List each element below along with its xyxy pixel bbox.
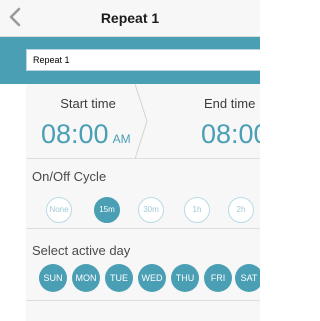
cycle-option-1h[interactable]: 1h — [184, 197, 210, 223]
start-time-label: Start time — [60, 96, 116, 111]
time-section: Start time 08:00AM End time 08:00AM — [26, 84, 260, 159]
cycle-label: On/Off Cycle — [32, 169, 107, 184]
navigation-bar: Repeat 1 — [0, 0, 260, 37]
repeat-name-input[interactable] — [26, 49, 260, 71]
left-margin — [0, 84, 26, 321]
start-time-picker[interactable]: Start time 08:00 AM — [26, 84, 144, 159]
end-time-label: End time — [204, 96, 256, 111]
day-mon[interactable]: MON — [72, 264, 100, 292]
day-tue[interactable]: TUE — [105, 264, 133, 292]
page-title: Repeat 1 — [100, 10, 160, 26]
repeat-screen: Repeat 1 Start time 08:00AM End time 08:… — [0, 0, 260, 321]
start-time-ampm: AM — [112, 132, 131, 146]
cycle-option-30m[interactable]: 30m — [138, 197, 164, 223]
active-days-label: Select active day — [32, 243, 131, 258]
day-wed[interactable]: WED — [138, 264, 166, 292]
day-sun[interactable]: SUN — [39, 264, 67, 292]
end-time-picker[interactable]: End time 08:00AM — [144, 84, 260, 159]
end-time-value: 08:00AM — [201, 119, 260, 150]
active-days-section: Select active day SUN MON TUE WED THU FR… — [26, 229, 260, 301]
cycle-option-2h[interactable]: 2h — [228, 197, 254, 223]
day-fri[interactable]: FRI — [204, 264, 232, 292]
day-thu[interactable]: THU — [171, 264, 199, 292]
end-time-hm: 08:00 — [201, 119, 260, 149]
day-sat[interactable]: SAT — [235, 264, 260, 292]
start-time-value: 08:00 AM — [41, 119, 131, 150]
cycle-section: On/Off Cycle None 15m 30m 1h 2h — [26, 159, 260, 229]
cycle-option-none[interactable]: None — [46, 197, 72, 223]
bottom-area — [26, 301, 260, 321]
cycle-option-15m[interactable]: 15m — [94, 197, 120, 223]
start-time-hm: 08:00 — [41, 119, 109, 149]
